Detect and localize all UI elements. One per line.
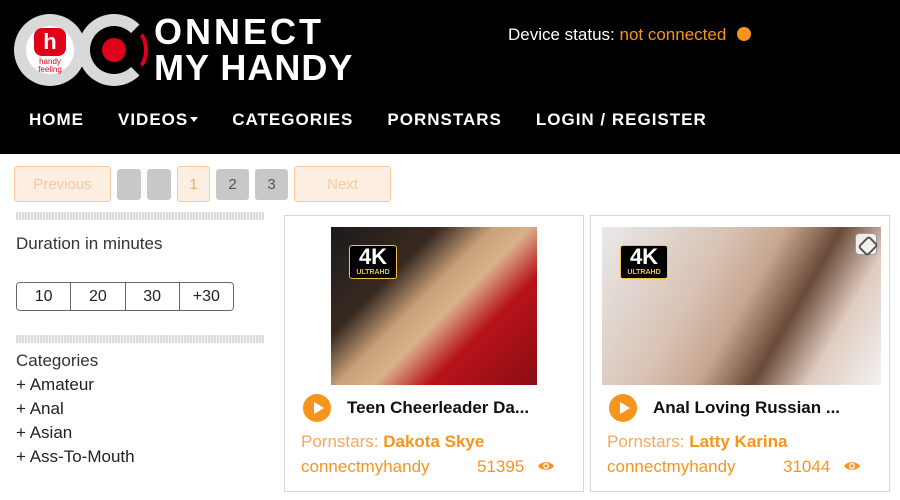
video-title[interactable]: Anal Loving Russian ... (653, 398, 840, 418)
video-title[interactable]: Teen Cheerleader Da... (347, 398, 529, 418)
pornstars-line: Pornstars: Dakota Skye (301, 432, 484, 452)
duration-option-30[interactable]: 30 (125, 283, 180, 310)
pagination: Previous 1 2 3 Next (14, 166, 391, 202)
nav-videos[interactable]: VIDEOS (118, 108, 199, 134)
pornstar-link[interactable]: Latty Karina (689, 432, 787, 451)
play-icon[interactable] (303, 394, 331, 422)
logo-text-line1: ONNECT (154, 11, 324, 52)
category-item[interactable]: + Asian (16, 421, 264, 445)
duration-option-30-plus[interactable]: +30 (179, 283, 233, 310)
4k-ultrahd-badge: 4K ULTRAHD (349, 245, 397, 279)
logo-subtext: handy feeling (38, 57, 62, 74)
device-status-value: not connected (619, 25, 727, 44)
pornstars-label: Pornstars: (301, 432, 379, 451)
categories-heading: Categories (16, 351, 99, 370)
nav-home[interactable]: HOME (29, 108, 84, 134)
device-status-label: Device status: (508, 25, 615, 44)
page-first-button[interactable] (117, 168, 141, 200)
duration-filter: 10 20 30 +30 (16, 282, 234, 311)
video-title-row: Teen Cheerleader Da... (303, 394, 529, 422)
nav-pornstars[interactable]: PORNSTARS (387, 108, 501, 134)
duration-option-10[interactable]: 10 (17, 283, 72, 310)
duration-heading: Duration in minutes (16, 234, 163, 253)
nav-login-register[interactable]: LOGIN / REGISTER (536, 108, 707, 134)
page-prev-ellipsis-button[interactable] (147, 168, 171, 200)
nav-categories[interactable]: CATEGORIES (232, 108, 353, 134)
video-title-row: Anal Loving Russian ... (609, 394, 840, 422)
sidebar-divider (16, 212, 264, 220)
eye-icon (844, 462, 860, 470)
channel-link[interactable]: connectmyhandy (301, 457, 430, 477)
video-card: 4K ULTRAHD Anal Loving Russian ... Porns… (590, 215, 890, 492)
category-item[interactable]: + Ass-To-Mouth (16, 445, 264, 469)
logo-text-line2: MY HANDY (154, 47, 354, 88)
device-status: Device status: not connected (508, 25, 752, 45)
badge-4k-text: 4K (629, 244, 659, 269)
site-logo[interactable]: h handy feeling ONNECT MY HANDY (14, 14, 354, 86)
caret-down-icon (190, 117, 199, 122)
main-nav: HOME VIDEOS CATEGORIES PORNSTARS LOGIN /… (29, 108, 741, 134)
video-thumbnail[interactable]: 4K ULTRAHD (602, 227, 881, 385)
4k-ultrahd-badge: 4K ULTRAHD (620, 245, 668, 279)
view-count: 31044 (783, 457, 831, 476)
logo-signal-wave-icon (118, 28, 148, 72)
pornstars-line: Pornstars: Latty Karina (607, 432, 787, 452)
filter-sidebar: Duration in minutes 10 20 30 +30 Categor… (16, 212, 264, 469)
badge-4k-text: 4K (358, 244, 388, 269)
handy-compatible-icon (855, 233, 877, 255)
play-icon[interactable] (609, 394, 637, 422)
badge-ultrahd-text: ULTRAHD (621, 268, 667, 277)
duration-option-20[interactable]: 20 (71, 283, 126, 310)
video-meta: connectmyhandy 51395 (301, 457, 561, 479)
pornstar-link[interactable]: Dakota Skye (383, 432, 484, 451)
eye-icon (538, 462, 554, 470)
previous-page-button[interactable]: Previous (14, 166, 111, 202)
view-count: 51395 (477, 457, 525, 476)
page-3-button[interactable]: 3 (255, 168, 288, 200)
channel-link[interactable]: connectmyhandy (607, 457, 736, 477)
page-2-button[interactable]: 2 (216, 168, 249, 200)
category-list: + Amateur + Anal + Asian + Ass-To-Mouth (16, 373, 264, 469)
video-card: 4K ULTRAHD Teen Cheerleader Da... Pornst… (284, 215, 584, 492)
status-dot-icon (737, 27, 752, 41)
page-current[interactable]: 1 (177, 166, 210, 202)
site-header: h handy feeling ONNECT MY HANDY Device s… (0, 0, 900, 154)
handy-logo-icon: h (34, 28, 66, 56)
category-item[interactable]: + Anal (16, 397, 264, 421)
pornstars-label: Pornstars: (607, 432, 685, 451)
video-thumbnail[interactable]: 4K ULTRAHD (331, 227, 537, 385)
video-meta: connectmyhandy 31044 (607, 457, 867, 479)
badge-ultrahd-text: ULTRAHD (350, 268, 396, 277)
sidebar-divider (16, 335, 264, 343)
category-item[interactable]: + Amateur (16, 373, 264, 397)
next-page-button[interactable]: Next (294, 166, 391, 202)
